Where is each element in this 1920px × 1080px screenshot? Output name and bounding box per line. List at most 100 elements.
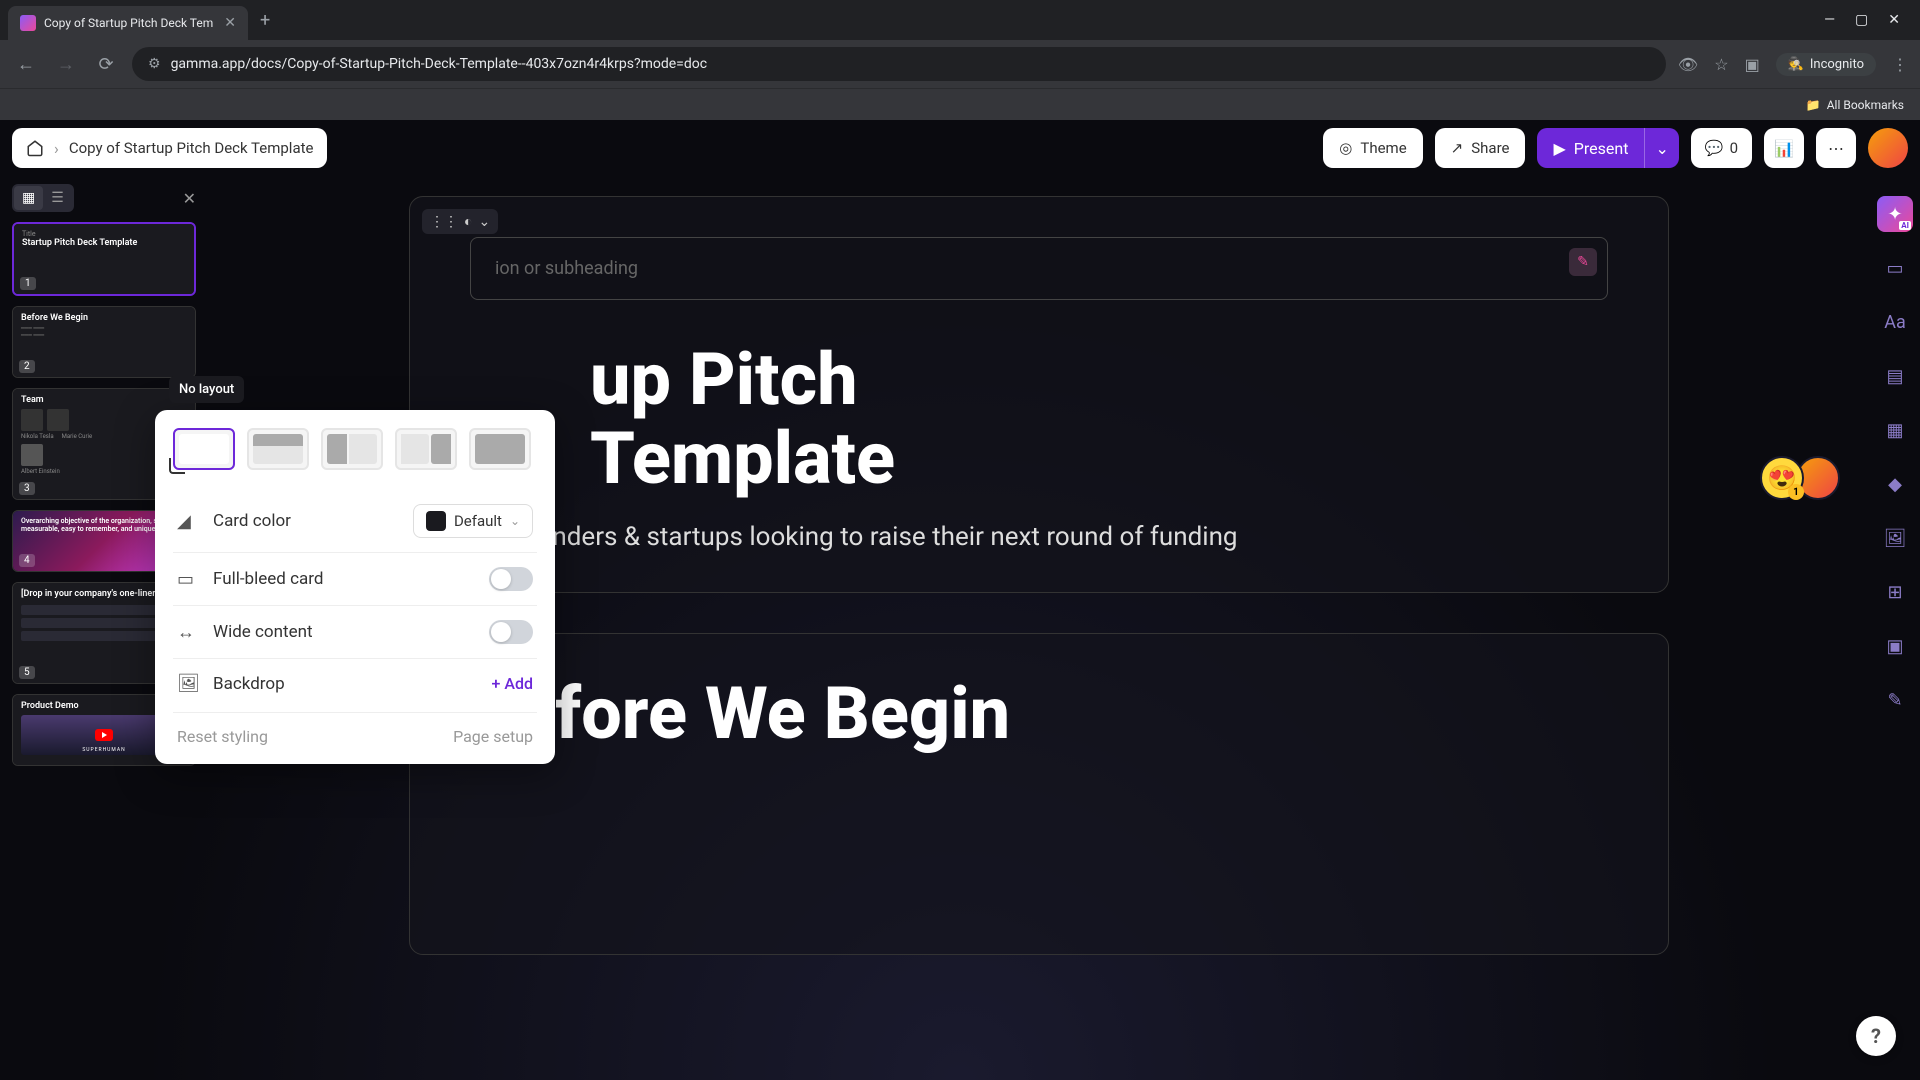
wide-content-toggle[interactable] (489, 620, 533, 644)
thumb-number: 5 (19, 666, 35, 679)
theme-button[interactable]: ◎ Theme (1323, 128, 1422, 168)
user-avatar[interactable] (1868, 128, 1908, 168)
thumb-title: Before We Begin (21, 313, 187, 323)
extensions-icon[interactable]: ▣ (1745, 55, 1760, 74)
more-menu-button[interactable]: ⋯ (1816, 128, 1856, 168)
card-color-select[interactable]: Default ⌄ (413, 504, 533, 538)
page-setup-button[interactable]: Page setup (453, 727, 533, 746)
forward-button[interactable]: → (52, 54, 80, 75)
folder-icon: 📁 (1806, 98, 1821, 112)
all-bookmarks-button[interactable]: 📁 All Bookmarks (1806, 98, 1904, 112)
url-bar[interactable]: ⚙ gamma.app/docs/Copy-of-Startup-Pitch-D… (132, 47, 1666, 81)
table-button[interactable]: ⊞ (1877, 574, 1913, 610)
url-text: gamma.app/docs/Copy-of-Startup-Pitch-Dec… (171, 56, 1650, 72)
site-settings-icon[interactable]: ⚙ (148, 56, 161, 72)
wide-content-label: Wide content (213, 622, 475, 642)
bar-chart-icon: 📊 (1774, 139, 1794, 158)
color-swatch (426, 511, 446, 531)
layout-tooltip: No layout (169, 376, 244, 403)
chevron-down-icon[interactable]: ⌄ (478, 214, 490, 230)
add-backdrop-button[interactable]: + Add (492, 674, 534, 693)
layout-option-right[interactable] (395, 428, 457, 470)
layout-option-blank[interactable] (173, 428, 235, 470)
card-style-icon[interactable]: ◐ (464, 213, 472, 230)
comments-count: 0 (1730, 139, 1738, 157)
card-1[interactable]: ⋮⋮ ◐ ⌄ ion or subheading ✎ up PitchTempl… (409, 196, 1669, 593)
share-icon: ↗ (1451, 139, 1464, 157)
callout-button[interactable]: ▤ (1877, 358, 1913, 394)
minimize-icon[interactable]: — (1824, 12, 1835, 28)
thumb-person (47, 409, 69, 431)
slide-thumb-2[interactable]: Before We Begin ━━━ ━━━━━━ ━━━ 2 (12, 306, 196, 378)
theme-label: Theme (1360, 139, 1406, 157)
card-subtitle[interactable]: For founders & startups looking to raise… (470, 522, 1608, 552)
home-icon (26, 139, 44, 157)
share-button[interactable]: ↗ Share (1435, 128, 1526, 168)
card-2-title[interactable]: Before We Begin (470, 674, 1608, 753)
thumb-number: 2 (19, 360, 35, 373)
drag-handle-icon[interactable]: ⋮⋮ (430, 214, 458, 230)
full-bleed-toggle[interactable] (489, 567, 533, 591)
thumb-person (21, 444, 43, 466)
bookmark-star-icon[interactable]: ☆ (1714, 55, 1728, 74)
address-bar: ← → ⟳ ⚙ gamma.app/docs/Copy-of-Startup-P… (0, 40, 1920, 88)
back-button[interactable]: ← (12, 54, 40, 75)
ai-badge: AI (1899, 221, 1911, 230)
list-view-button[interactable]: ☰ (43, 186, 72, 210)
thumb-video-label: SUPERHUMAN (82, 747, 125, 753)
help-button[interactable]: ? (1856, 1016, 1896, 1056)
browser-menu-icon[interactable]: ⋮ (1892, 55, 1908, 74)
incognito-label: Incognito (1810, 57, 1864, 72)
card-templates-button[interactable]: ▭ (1877, 250, 1913, 286)
breadcrumb[interactable]: › Copy of Startup Pitch Deck Template (12, 128, 327, 168)
gamma-favicon (20, 15, 36, 31)
backdrop-row: 🖼 Backdrop + Add (173, 658, 537, 708)
card-style-popover: No layout ◢ Card color Default ⌄ ▭ (155, 410, 555, 764)
paint-icon: ◢ (177, 511, 199, 532)
present-dropdown[interactable]: ⌄ (1644, 128, 1678, 168)
title-block[interactable]: ion or subheading ✎ (470, 237, 1608, 300)
text-button[interactable]: Aa (1877, 304, 1913, 340)
card-color-row: ◢ Card color Default ⌄ (173, 490, 537, 552)
embed-button[interactable]: ▣ (1877, 628, 1913, 664)
close-panel-button[interactable]: ✕ (183, 189, 196, 208)
bookmarks-bar: 📁 All Bookmarks (0, 88, 1920, 120)
slide-thumb-1[interactable]: Title Startup Pitch Deck Template 1 (12, 222, 196, 296)
ai-button[interactable]: ✦AI (1877, 196, 1913, 232)
grid-view-button[interactable]: ▦ (14, 186, 43, 210)
incognito-badge: 🕵 Incognito (1776, 53, 1876, 76)
reaction-avatar[interactable]: 😍 1 (1760, 456, 1804, 500)
collaborator-avatars: 😍 1 (1768, 456, 1840, 500)
reload-button[interactable]: ⟳ (92, 54, 120, 75)
layout-option-top[interactable] (247, 428, 309, 470)
analytics-button[interactable]: 📊 (1764, 128, 1804, 168)
present-button[interactable]: ▶ Present ⌄ (1537, 128, 1678, 168)
doc-title[interactable]: Copy of Startup Pitch Deck Template (69, 139, 314, 157)
visual-button[interactable]: ◆ (1877, 466, 1913, 502)
view-toggle: ▦ ☰ (12, 184, 74, 212)
wide-content-row: ↔ Wide content (173, 605, 537, 658)
new-tab-button[interactable]: + (260, 10, 270, 31)
breadcrumb-separator: › (54, 139, 59, 158)
eye-off-icon[interactable]: 👁 (1678, 55, 1698, 74)
close-window-icon[interactable]: ✕ (1888, 12, 1900, 28)
image-button[interactable]: 🖼 (1877, 520, 1913, 556)
present-main[interactable]: ▶ Present (1537, 139, 1644, 158)
card-title[interactable]: up PitchTemplate (590, 340, 1608, 498)
maximize-icon[interactable]: ▢ (1855, 12, 1868, 28)
tab-close-icon[interactable]: ✕ (224, 15, 236, 31)
browser-tab[interactable]: Copy of Startup Pitch Deck Tem ✕ (8, 6, 248, 40)
incognito-icon: 🕵 (1788, 57, 1804, 72)
ai-suggest-button[interactable]: ✎ (1569, 248, 1597, 276)
reset-styling-button[interactable]: Reset styling (177, 727, 268, 746)
form-button[interactable]: ✎ (1877, 682, 1913, 718)
tab-title: Copy of Startup Pitch Deck Tem (44, 16, 216, 30)
window-controls: — ▢ ✕ (1824, 12, 1912, 28)
layout-button[interactable]: ▦ (1877, 412, 1913, 448)
layout-options (173, 428, 537, 470)
card-2[interactable]: Before We Begin (409, 633, 1669, 954)
layout-option-full[interactable] (469, 428, 531, 470)
thumb-title: Startup Pitch Deck Template (22, 238, 186, 248)
layout-option-left[interactable] (321, 428, 383, 470)
comments-button[interactable]: 💬 0 (1691, 128, 1752, 168)
